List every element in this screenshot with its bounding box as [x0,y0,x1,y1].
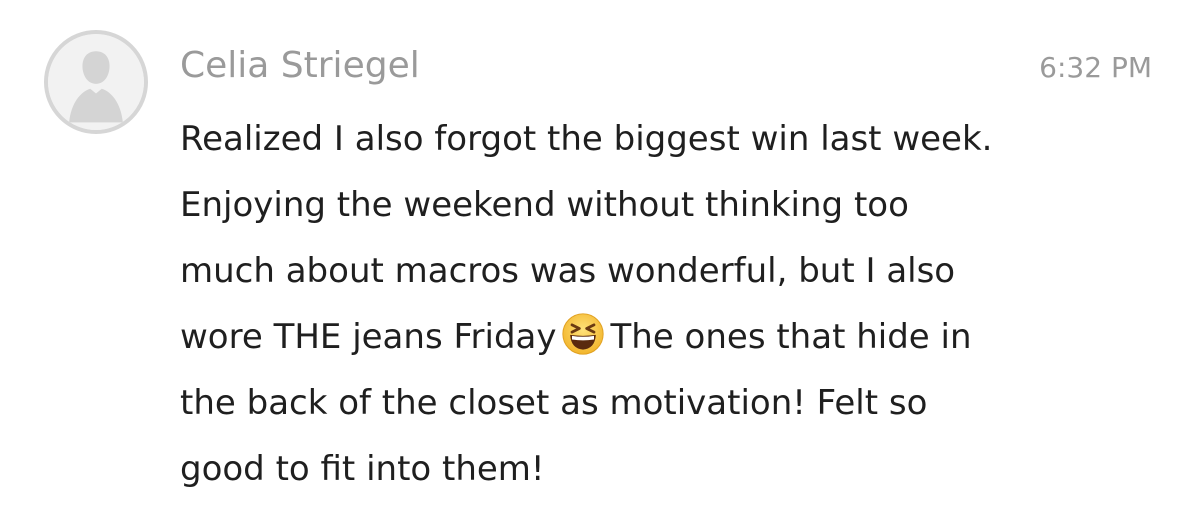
message-body: Realized I also forgot the biggest win l… [180,106,1170,502]
message-text-segment: wore THE jeans Friday [180,317,557,357]
message-line-with-emoji: wore THE jeans Friday The ones that hide… [180,304,1170,370]
laughing-squinting-face-icon [561,312,605,356]
message-text-segment: The ones that hide in [610,317,972,357]
message-item: Celia Striegel 6:32 PM Realized I also f… [0,0,1200,524]
message-line: much about macros was wonderful, but I a… [180,251,956,291]
message-line: good to fit into them! [180,449,545,489]
message-line: Realized I also forgot the biggest win l… [180,119,993,159]
avatar[interactable] [44,30,148,134]
message-timestamp: 6:32 PM [1039,51,1152,84]
message-line: the back of the closet as motivation! Fe… [180,383,928,423]
sender-name[interactable]: Celia Striegel [180,40,420,92]
message-line: Enjoying the weekend without thinking to… [180,185,909,225]
user-silhouette-icon [48,34,144,130]
